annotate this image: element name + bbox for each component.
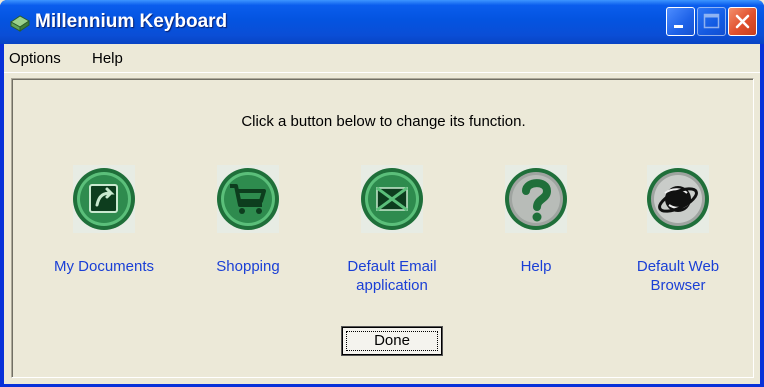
close-button[interactable]: [728, 7, 757, 36]
minimize-icon: [674, 25, 683, 28]
maximize-button[interactable]: [697, 7, 726, 36]
window-title: Millennium Keyboard: [35, 11, 228, 32]
shopping-button[interactable]: Shopping: [178, 163, 318, 313]
maximize-icon: [703, 13, 720, 29]
close-icon: [735, 14, 750, 29]
minimize-button[interactable]: [666, 7, 695, 36]
shopping-label: Shopping: [216, 258, 280, 275]
default-web-browser-label: Default Web Browser: [636, 258, 720, 294]
default-email-button[interactable]: Default Email application: [322, 163, 462, 313]
keyboard-app-icon: [10, 15, 30, 32]
my-documents-label: My Documents: [53, 258, 155, 275]
help-icon: [505, 165, 567, 233]
my-documents-icon: [73, 165, 135, 233]
email-icon: [361, 165, 423, 233]
done-button[interactable]: Done: [341, 326, 443, 356]
application-window: Millennium Keyboard Options Help Click a…: [0, 0, 764, 387]
default-email-label: Default Email application: [347, 258, 437, 294]
help-button[interactable]: Help: [466, 163, 606, 313]
shopping-cart-icon: [217, 165, 279, 233]
function-panel: Click a button below to change its funct…: [11, 78, 754, 378]
menu-help[interactable]: Help: [92, 50, 123, 67]
client-area: Options Help Click a button below to cha…: [4, 44, 760, 384]
my-documents-button[interactable]: My Documents: [34, 163, 174, 313]
web-browser-icon: [647, 165, 709, 233]
menu-bar: Options Help: [4, 44, 760, 73]
menu-options[interactable]: Options: [9, 50, 61, 67]
done-button-label: Done: [346, 331, 438, 351]
help-label: Help: [520, 258, 552, 275]
instruction-text: Click a button below to change its funct…: [241, 113, 526, 130]
title-bar[interactable]: Millennium Keyboard: [0, 0, 764, 44]
default-web-browser-button[interactable]: Default Web Browser: [608, 163, 748, 313]
